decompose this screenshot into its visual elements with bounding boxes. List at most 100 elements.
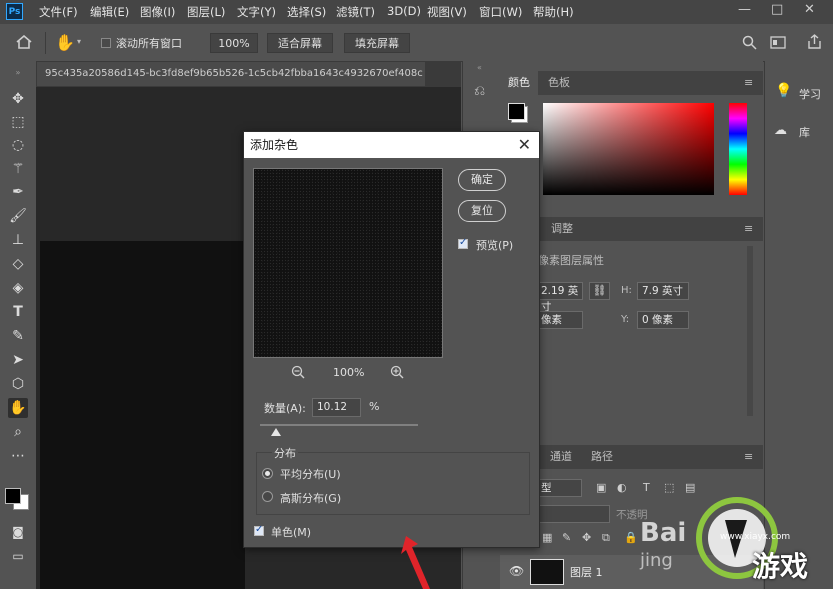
- uniform-radio[interactable]: [262, 468, 273, 479]
- eye-icon[interactable]: 👁: [509, 564, 524, 578]
- tab-swatches[interactable]: 色板: [540, 71, 578, 95]
- panel-menu-icon[interactable]: ≡: [744, 450, 753, 463]
- menu-edit[interactable]: 编辑(E): [90, 4, 129, 20]
- restore-button[interactable]: □: [771, 2, 783, 17]
- x-field[interactable]: 像素: [536, 311, 583, 329]
- menu-file[interactable]: 文件(F): [39, 4, 78, 20]
- learn-label[interactable]: 学习: [799, 86, 821, 102]
- workspace-icon[interactable]: [770, 36, 786, 49]
- height-field[interactable]: 7.9 英寸: [637, 282, 689, 300]
- gaussian-radio[interactable]: [262, 491, 273, 502]
- path-select-icon[interactable]: ➤: [8, 350, 28, 370]
- menu-bar: Ps 文件(F) 编辑(E) 图像(I) 图层(L) 文字(Y) 选择(S) 滤…: [0, 0, 833, 24]
- lock-paint-icon[interactable]: ✎: [562, 531, 571, 544]
- share-icon[interactable]: [807, 34, 822, 50]
- menu-help[interactable]: 帮助(H): [533, 4, 574, 20]
- menu-select[interactable]: 选择(S): [287, 4, 326, 20]
- lock-pixels-icon[interactable]: ▦: [542, 531, 552, 544]
- document-canvas[interactable]: [40, 241, 245, 589]
- magic-wand-icon[interactable]: ⚚: [8, 159, 28, 179]
- libraries-label[interactable]: 库: [799, 124, 810, 140]
- fg-color-swatch[interactable]: [508, 103, 525, 120]
- eyedropper-icon[interactable]: ✒: [8, 182, 28, 202]
- reset-button[interactable]: 复位: [458, 200, 506, 222]
- menu-window[interactable]: 窗口(W): [479, 4, 522, 20]
- shape-tool-icon[interactable]: ⬡: [8, 374, 28, 394]
- paint-bucket-icon[interactable]: ◈: [8, 278, 28, 298]
- dialog-titlebar[interactable]: 添加杂色: [244, 132, 539, 158]
- link-icon[interactable]: ⛓: [589, 282, 610, 300]
- layer-name[interactable]: 图层 1: [570, 564, 603, 580]
- menu-3d[interactable]: 3D(D): [387, 4, 421, 18]
- panel-menu-icon[interactable]: ≡: [744, 222, 753, 235]
- panel-scrollbar[interactable]: [747, 246, 753, 416]
- more-tools-icon[interactable]: ⋯: [8, 446, 28, 466]
- collapse-icon[interactable]: »: [8, 63, 28, 83]
- tab-channels[interactable]: 通道: [542, 445, 580, 469]
- watermark-text: 游戏: [752, 550, 809, 583]
- amount-slider-track[interactable]: [260, 424, 418, 426]
- menu-layer[interactable]: 图层(L): [187, 4, 225, 20]
- tab-adjustments[interactable]: 调整: [543, 217, 581, 241]
- document-tab[interactable]: 95c435a20586d145-bc3fd8ef9b65b526-1c5cb4…: [37, 62, 425, 86]
- fill-screen-button[interactable]: 填充屏幕: [344, 33, 410, 53]
- pen-tool-icon[interactable]: ✎: [8, 326, 28, 346]
- eraser-tool-icon[interactable]: ◇: [8, 254, 28, 274]
- hue-slider[interactable]: [729, 103, 747, 195]
- libraries-icon[interactable]: ☁: [774, 123, 787, 138]
- lock-all-icon[interactable]: 🔒: [624, 531, 638, 544]
- amount-input[interactable]: 10.12: [312, 398, 361, 417]
- zoom-tool-icon[interactable]: ⌕: [8, 422, 28, 442]
- stamp-tool-icon[interactable]: ⊥: [8, 230, 28, 250]
- tab-paths[interactable]: 路径: [583, 445, 621, 469]
- scroll-all-checkbox[interactable]: [101, 38, 111, 48]
- hand-tool-active-icon[interactable]: ✋: [8, 398, 28, 418]
- amount-slider-thumb[interactable]: [270, 428, 281, 436]
- panel-menu-icon[interactable]: ≡: [744, 76, 753, 89]
- zoom-percent-button[interactable]: 100%: [210, 33, 258, 53]
- menu-image[interactable]: 图像(I): [140, 4, 175, 20]
- monochrome-checkbox[interactable]: [254, 524, 264, 536]
- type-tool-icon[interactable]: T: [8, 302, 28, 322]
- home-icon[interactable]: [16, 35, 32, 49]
- preview-checkbox[interactable]: [458, 237, 468, 249]
- minimize-button[interactable]: —: [738, 2, 751, 17]
- amount-label: 数量(A):: [264, 402, 306, 415]
- quick-mask-icon[interactable]: ◙: [8, 522, 28, 542]
- layer-filter-kind[interactable]: 型: [536, 479, 582, 497]
- brush-tool-icon[interactable]: 🖌: [8, 206, 28, 226]
- hand-tool-icon[interactable]: ✋: [55, 33, 75, 52]
- menu-type[interactable]: 文字(Y): [237, 4, 276, 20]
- add-noise-dialog: 添加杂色 ✕ 100% 确定 复位 预览(P) 数量(A): 10.12 % 分…: [243, 131, 540, 548]
- ok-button[interactable]: 确定: [458, 169, 506, 191]
- image-filter-icon[interactable]: ▣: [596, 481, 606, 494]
- width-field[interactable]: 2.19 英寸: [536, 282, 583, 313]
- history-icon[interactable]: ⎌: [474, 83, 485, 99]
- color-picker-field[interactable]: [543, 103, 714, 195]
- search-icon[interactable]: [742, 35, 757, 50]
- foreground-color-swatch[interactable]: [5, 488, 21, 504]
- fit-screen-button[interactable]: 适合屏幕: [267, 33, 333, 53]
- noise-preview[interactable]: [253, 168, 443, 358]
- move-tool-icon[interactable]: ✥: [8, 89, 28, 109]
- dialog-close-icon[interactable]: ✕: [518, 135, 531, 154]
- learn-icon[interactable]: 💡: [775, 83, 792, 99]
- zoom-out-icon[interactable]: [291, 365, 305, 379]
- menu-view[interactable]: 视图(V): [427, 4, 467, 20]
- chevron-down-icon[interactable]: ▾: [77, 37, 81, 46]
- lock-artboard-icon[interactable]: ⧉: [602, 531, 610, 545]
- options-bar: ✋ ▾ 滚动所有窗口 100% 适合屏幕 填充屏幕: [0, 24, 833, 62]
- adjust-filter-icon[interactable]: ◐: [617, 481, 627, 494]
- close-window-button[interactable]: ✕: [804, 2, 815, 17]
- marquee-tool-icon[interactable]: ⬚: [8, 112, 28, 132]
- tab-color[interactable]: 颜色: [500, 71, 538, 95]
- collapse-icon[interactable]: «: [477, 63, 482, 72]
- lock-move-icon[interactable]: ✥: [582, 531, 591, 544]
- y-field[interactable]: 0 像素: [637, 311, 689, 329]
- menu-filter[interactable]: 滤镜(T): [336, 4, 375, 20]
- blend-mode-select[interactable]: [536, 505, 610, 523]
- screen-mode-icon[interactable]: ▭: [8, 546, 28, 566]
- zoom-in-icon[interactable]: [390, 365, 404, 379]
- lasso-tool-icon[interactable]: ◌: [8, 135, 28, 155]
- color-panel-header: 颜色 色板 ≡: [500, 71, 763, 95]
